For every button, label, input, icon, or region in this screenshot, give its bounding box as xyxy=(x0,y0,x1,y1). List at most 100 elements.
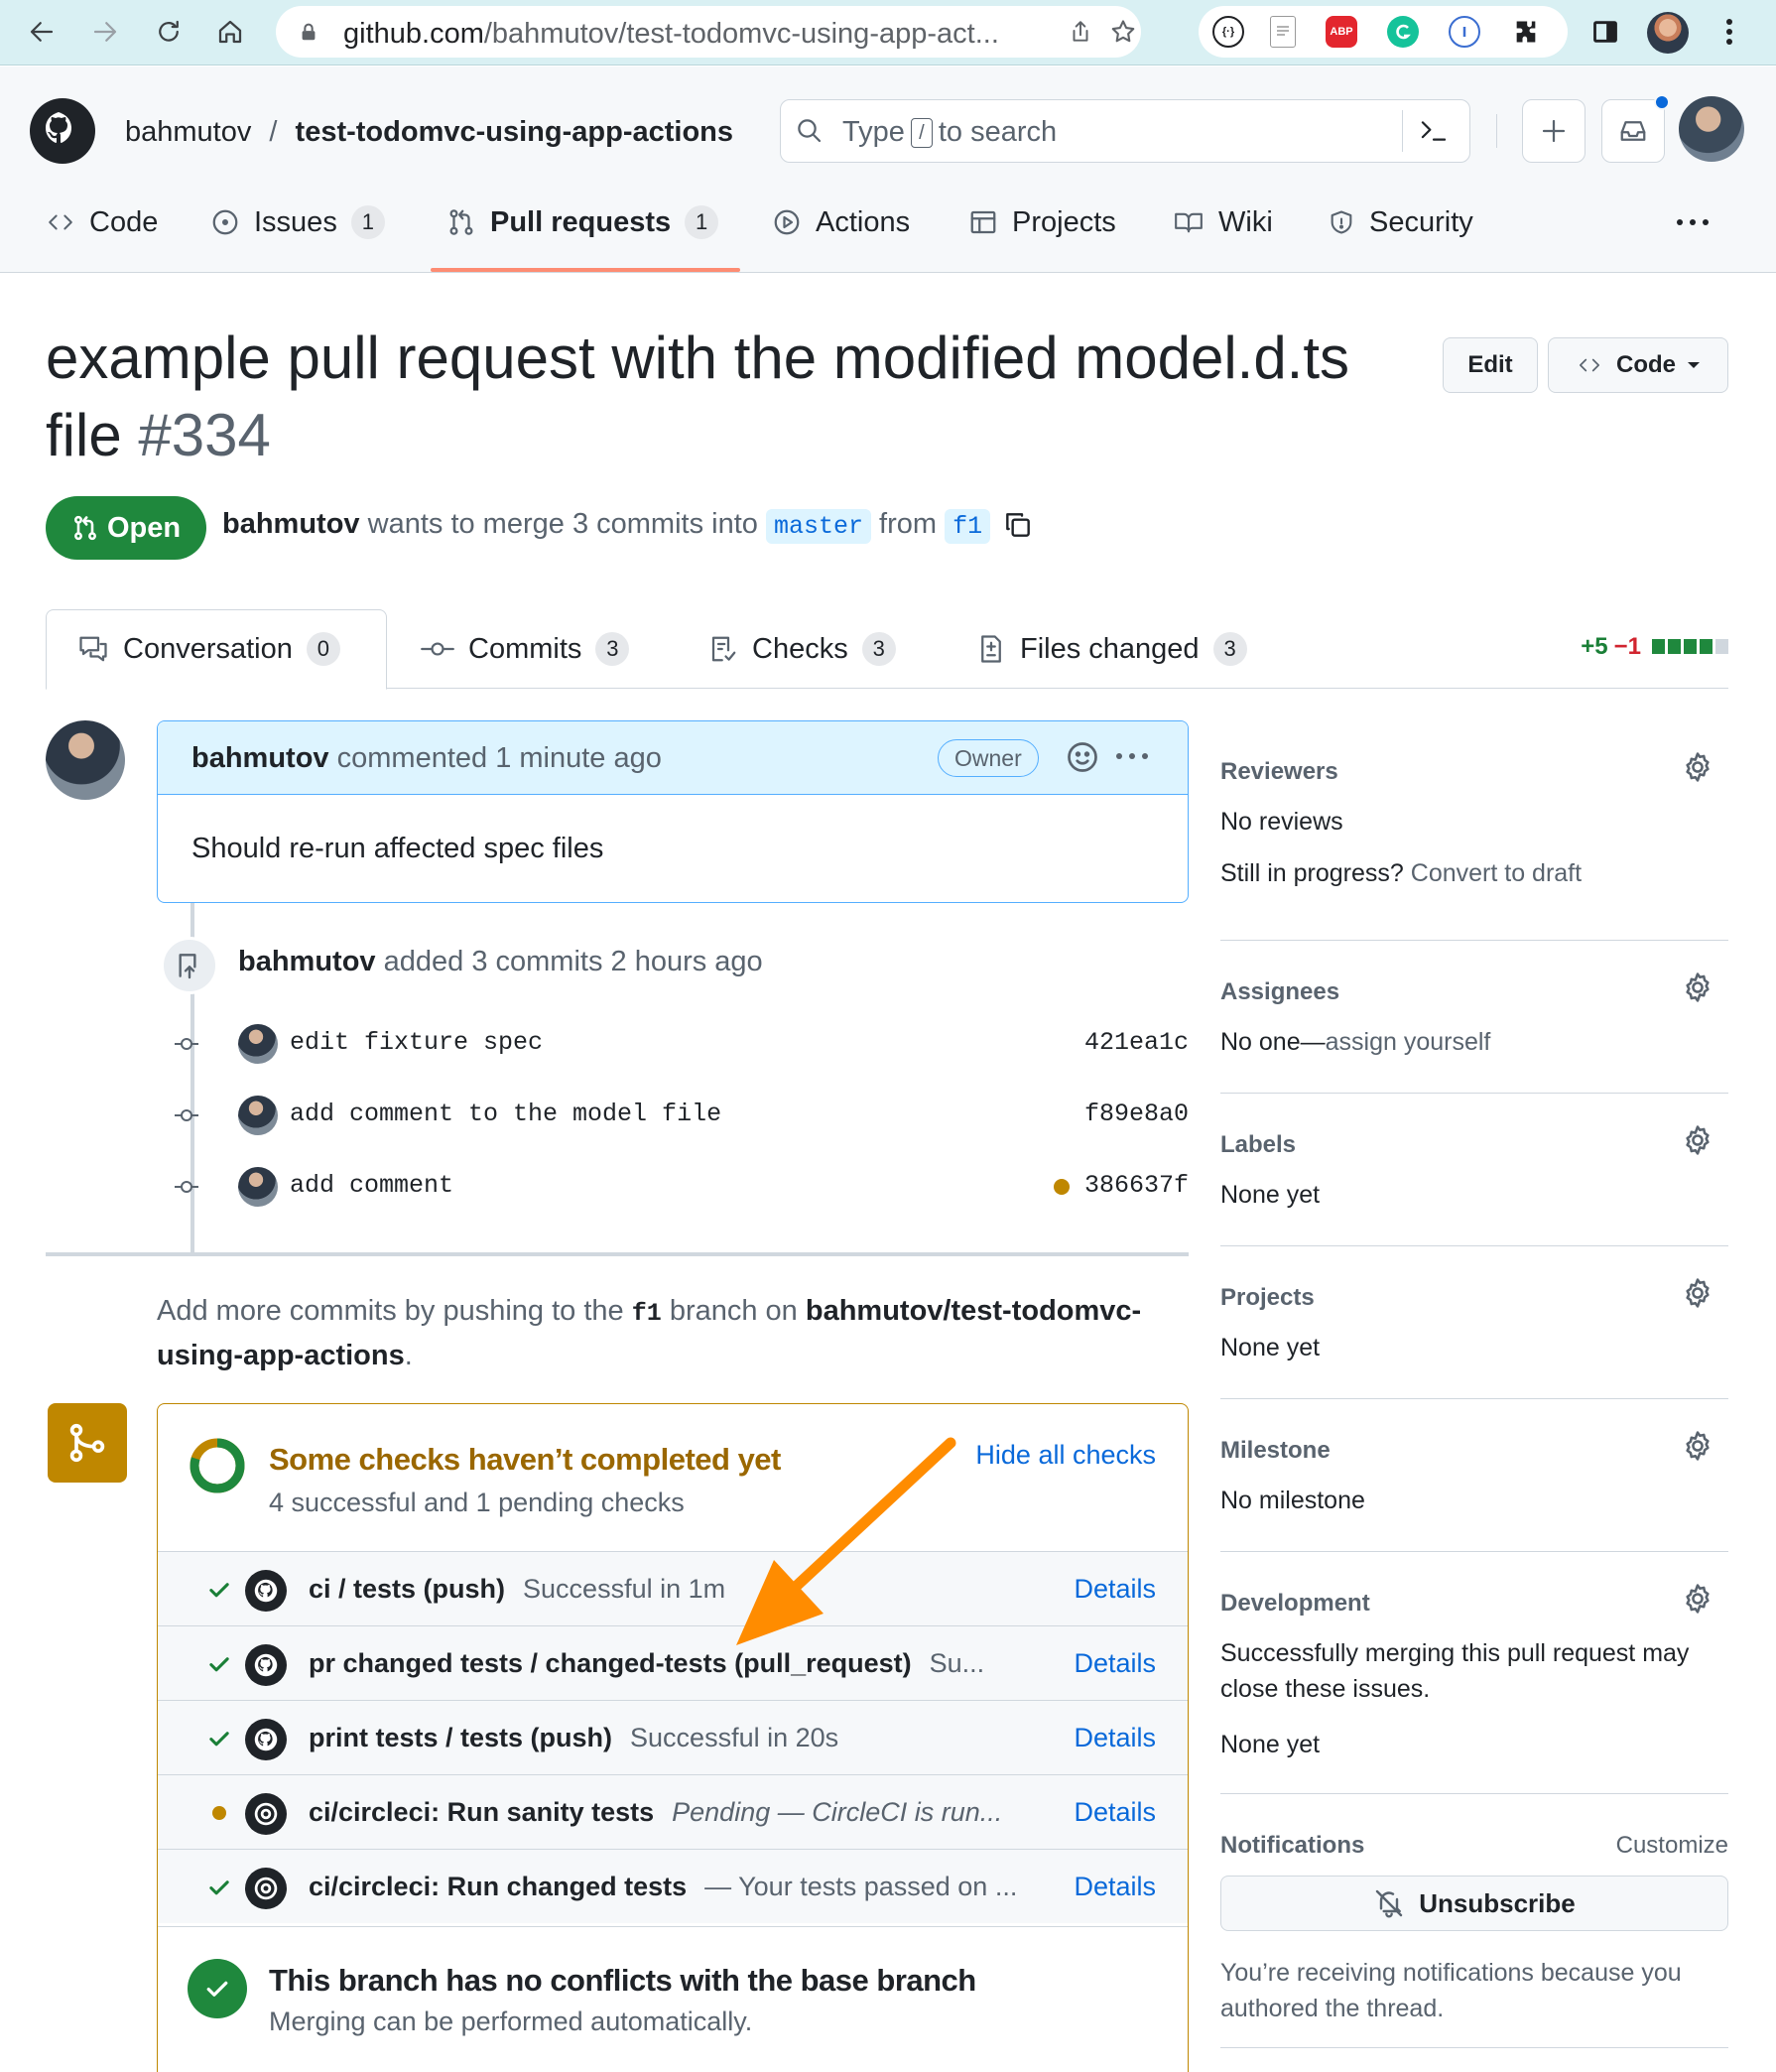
commit-message[interactable]: edit fixture spec xyxy=(290,1028,543,1057)
gear-icon[interactable] xyxy=(1681,1123,1714,1157)
gear-icon[interactable] xyxy=(1681,750,1714,784)
inbox-icon xyxy=(1620,121,1646,141)
add-reaction-icon[interactable] xyxy=(1065,739,1100,775)
more-tabs-icon[interactable] xyxy=(1675,195,1711,249)
check-details-link[interactable]: Details xyxy=(1074,1648,1156,1679)
pr-author-link[interactable]: bahmutov xyxy=(222,508,360,540)
gear-icon[interactable] xyxy=(1681,1582,1714,1616)
browser-toolbar: github.com/bahmutov/test-todomvc-using-a… xyxy=(0,0,1776,65)
puzzle-icon[interactable] xyxy=(1510,16,1542,48)
commit-author-avatar[interactable] xyxy=(238,1167,278,1207)
commit-sha[interactable]: 421ea1c xyxy=(1084,1028,1189,1057)
check-row: ci / tests (push) Successful in 1m Details xyxy=(158,1551,1188,1625)
convert-to-draft-link[interactable]: Convert to draft xyxy=(1411,859,1582,887)
head-branch[interactable]: f1 xyxy=(945,509,991,544)
commit-author-avatar[interactable] xyxy=(238,1096,278,1135)
profile-avatar[interactable] xyxy=(1647,12,1689,54)
commit-sha[interactable]: f89e8a0 xyxy=(1084,1100,1189,1128)
address-bar[interactable]: github.com/bahmutov/test-todomvc-using-a… xyxy=(276,6,1141,58)
github-logo-icon[interactable] xyxy=(30,98,95,164)
devtools-icon[interactable]: {·} xyxy=(1212,16,1244,48)
milestone-heading[interactable]: Milestone xyxy=(1220,1437,1331,1465)
user-avatar[interactable] xyxy=(1679,96,1744,162)
check-row: print tests / tests (push) Successful in … xyxy=(158,1700,1188,1774)
back-icon[interactable] xyxy=(22,12,62,52)
check-details-link[interactable]: Details xyxy=(1074,1872,1156,1902)
tab-wiki[interactable]: Wiki xyxy=(1173,195,1273,249)
repo-link[interactable]: test-todomvc-using-app-actions xyxy=(296,116,733,148)
check-name: ci/circleci: Run sanity tests Pending — C… xyxy=(309,1797,1003,1827)
bookmark-star-icon[interactable] xyxy=(1109,18,1137,46)
tab-projects[interactable]: Projects xyxy=(968,195,1116,249)
home-icon[interactable] xyxy=(210,12,250,52)
sidebar-icon[interactable] xyxy=(1586,12,1625,52)
comment-author-link[interactable]: bahmutov xyxy=(191,742,329,774)
commit-event-author[interactable]: bahmutov xyxy=(238,946,376,977)
unsubscribe-button[interactable]: Unsubscribe xyxy=(1220,1876,1728,1931)
comment-options-icon[interactable] xyxy=(1114,751,1150,761)
commit-message[interactable]: add comment to the model file xyxy=(290,1100,721,1128)
inbox-button[interactable] xyxy=(1601,94,1670,163)
comment-header: bahmutov commented 1 minute ago Owner xyxy=(158,721,1188,795)
reviewers-heading[interactable]: Reviewers xyxy=(1220,758,1338,786)
labels-heading[interactable]: Labels xyxy=(1220,1131,1296,1159)
commit-row: edit fixture spec 421ea1c xyxy=(169,1024,1189,1064)
tab-code[interactable]: Code xyxy=(46,195,158,249)
lock-icon[interactable] xyxy=(298,20,319,44)
tab-actions[interactable]: Actions xyxy=(772,195,910,249)
assignees-heading[interactable]: Assignees xyxy=(1220,978,1339,1006)
tab-issues[interactable]: Issues 1 xyxy=(210,195,385,249)
comment-author-avatar[interactable] xyxy=(46,720,125,800)
commit-author-avatar[interactable] xyxy=(238,1024,278,1064)
hide-checks-link[interactable]: Hide all checks xyxy=(975,1440,1156,1471)
no-conflicts-subtitle: Merging can be performed automatically. xyxy=(269,2007,753,2036)
search-input[interactable]: Type / to search xyxy=(780,99,1470,163)
commits-counter: 3 xyxy=(595,632,630,666)
tab-checks[interactable]: Checks 3 xyxy=(708,609,896,689)
projects-heading[interactable]: Projects xyxy=(1220,1284,1315,1312)
gear-icon[interactable] xyxy=(1681,1276,1714,1310)
check-details-link[interactable]: Details xyxy=(1074,1723,1156,1753)
url-text: github.com/bahmutov/test-todomvc-using-a… xyxy=(343,18,999,50)
tab-conversation[interactable]: Conversation 0 xyxy=(77,609,340,689)
tab-code-label: Code xyxy=(89,205,159,238)
edit-title-button[interactable]: Edit xyxy=(1443,337,1538,393)
copy-icon[interactable] xyxy=(1002,509,1034,541)
tab-security[interactable]: Security xyxy=(1328,195,1473,249)
commit-message[interactable]: add comment xyxy=(290,1171,453,1200)
tab-files-changed[interactable]: Files changed 3 xyxy=(976,609,1247,689)
code-dropdown-button[interactable]: Code xyxy=(1548,337,1728,393)
tab-commits[interactable]: Commits 3 xyxy=(421,609,630,689)
tab-pull-requests-label: Pull requests xyxy=(490,205,672,238)
extensions-bar: {·} ABP xyxy=(1199,6,1568,58)
checks-title: Some checks haven’t completed yet xyxy=(269,1442,781,1477)
assign-yourself-link[interactable]: assign yourself xyxy=(1326,1028,1491,1056)
pending-status-dot[interactable] xyxy=(1054,1179,1070,1195)
commit-sha[interactable]: 386637f xyxy=(1084,1171,1189,1200)
notes-icon[interactable] xyxy=(1270,16,1296,48)
check-details-link[interactable]: Details xyxy=(1074,1797,1156,1828)
forward-icon[interactable] xyxy=(85,12,125,52)
customize-link[interactable]: Customize xyxy=(1616,1832,1728,1860)
browser-menu-icon[interactable] xyxy=(1714,12,1744,52)
create-new-button[interactable] xyxy=(1522,99,1586,163)
reload-icon[interactable] xyxy=(149,12,189,52)
diffstat-block xyxy=(1652,639,1665,654)
check-details-link[interactable]: Details xyxy=(1074,1574,1156,1605)
pr-tabs: Conversation 0 Commits 3 Checks 3 Files cha… xyxy=(46,609,1728,690)
comment-timestamp[interactable]: commented 1 minute ago xyxy=(337,742,662,774)
share-icon[interactable] xyxy=(1068,18,1093,46)
gear-icon[interactable] xyxy=(1681,1429,1714,1463)
base-branch[interactable]: master xyxy=(765,509,871,544)
search-icon xyxy=(795,116,825,146)
timeline-divider xyxy=(46,1252,1189,1256)
grammarly-icon[interactable] xyxy=(1387,16,1419,48)
gear-icon[interactable] xyxy=(1681,971,1714,1004)
adblock-icon[interactable]: ABP xyxy=(1326,16,1357,48)
tab-pull-requests[interactable]: Pull requests 1 xyxy=(446,195,719,249)
git-commit-icon xyxy=(175,1181,198,1193)
owner-link[interactable]: bahmutov xyxy=(125,116,251,148)
password-icon[interactable] xyxy=(1449,16,1480,48)
development-heading[interactable]: Development xyxy=(1220,1590,1370,1618)
command-palette-icon[interactable] xyxy=(1418,116,1450,146)
